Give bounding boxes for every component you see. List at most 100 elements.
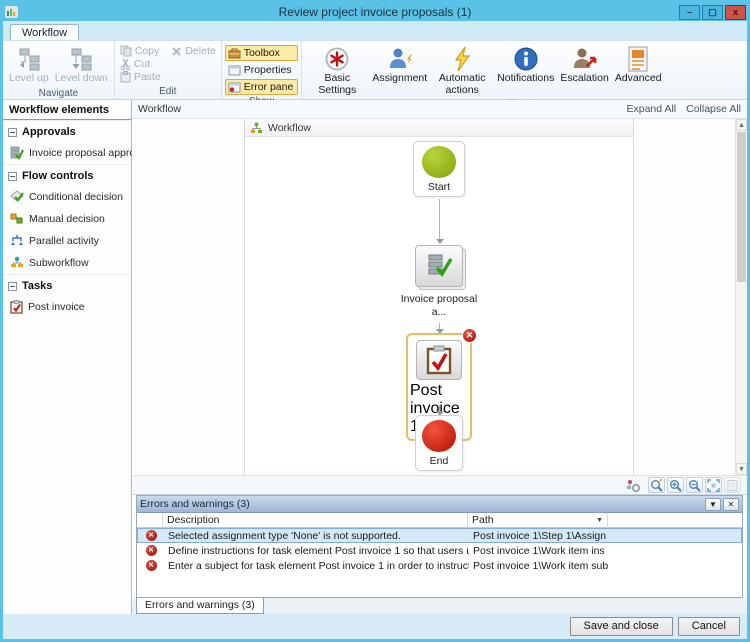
errors-panel-close-button[interactable]: ✕: [723, 498, 739, 511]
zoom-out-icon[interactable]: [686, 477, 703, 493]
level-down-icon: [69, 45, 93, 73]
workflow-canvas[interactable]: Workflow Start Invoice proposal a...: [132, 119, 747, 475]
paste-button[interactable]: Paste: [118, 71, 163, 83]
save-and-close-button[interactable]: Save and close: [570, 617, 673, 636]
section-approvals[interactable]: Approvals: [3, 120, 131, 142]
ribbon: Workflow Level up Level down: [3, 21, 747, 100]
section-tasks[interactable]: Tasks: [3, 274, 131, 296]
level-up-icon: [17, 45, 41, 73]
collapse-all-link[interactable]: Collapse All: [686, 103, 741, 115]
post-invoice-node-plate: [416, 340, 462, 380]
error-icon: ✕: [146, 530, 157, 541]
maximize-button[interactable]: ▢: [702, 5, 723, 20]
level-down-button[interactable]: Level down: [52, 43, 111, 87]
section-flow-controls[interactable]: Flow controls: [3, 164, 131, 186]
scroll-up-arrow-icon[interactable]: ▲: [736, 119, 747, 131]
scroll-down-arrow-icon[interactable]: ▼: [736, 463, 747, 475]
fit-to-window-icon[interactable]: [705, 477, 722, 493]
icon-column-header[interactable]: [137, 513, 163, 528]
tab-workflow[interactable]: Workflow: [10, 24, 79, 40]
ribbon-tab-row: Workflow: [3, 21, 747, 40]
connector-task-to-end: [439, 405, 440, 415]
connector-approval-to-task: [439, 323, 440, 333]
edit-group-label: Edit: [118, 85, 218, 99]
palette-item-manual-decision[interactable]: Manual decision: [3, 208, 131, 230]
expand-all-link[interactable]: Expand All: [627, 103, 677, 115]
automatic-actions-icon: [449, 45, 475, 73]
basic-settings-icon: [324, 45, 350, 73]
subworkflow-icon: [10, 256, 24, 270]
level-down-label: Level down: [55, 73, 108, 85]
collapse-icon[interactable]: [8, 282, 17, 291]
cancel-button[interactable]: Cancel: [678, 617, 740, 636]
properties-toggle-button[interactable]: Properties: [225, 62, 299, 78]
post-invoice-node-icon: [426, 345, 452, 375]
bottom-tab-strip: Errors and warnings (3): [132, 598, 747, 614]
escalation-button[interactable]: Escalation: [557, 43, 611, 87]
basic-settings-button[interactable]: Basic Settings: [305, 43, 369, 98]
notifications-button[interactable]: Notifications: [494, 43, 557, 87]
workflow-container[interactable]: Workflow Start Invoice proposal a...: [244, 119, 634, 475]
errors-panel-menu-button[interactable]: ▼: [705, 498, 721, 511]
scrollbar-thumb[interactable]: [737, 132, 746, 282]
canvas-pane-title: Workflow: [138, 103, 181, 115]
palette-item-invoice-proposal-approval[interactable]: Invoice proposal approval: [3, 142, 131, 164]
description-column-header[interactable]: Description: [163, 513, 468, 528]
ribbon-group-show: Toolbox Properties Error pane Show: [222, 41, 303, 99]
cut-button[interactable]: Cut: [118, 58, 152, 70]
post-invoice-icon: [10, 300, 23, 314]
automatic-actions-button[interactable]: Automatic actions: [430, 43, 494, 98]
empty-column-header: [608, 513, 742, 528]
tab-errors-and-warnings[interactable]: Errors and warnings (3): [136, 598, 264, 614]
collapse-icon[interactable]: [8, 128, 17, 137]
escalation-icon: [572, 45, 598, 73]
copy-button[interactable]: Copy: [118, 45, 162, 57]
footer: Save and close Cancel: [3, 614, 747, 639]
zoom-in-icon[interactable]: [667, 477, 684, 493]
connector-start-to-approval: [439, 199, 440, 243]
interactive-zoom-icon[interactable]: [648, 477, 665, 493]
errors-panel-title: Errors and warnings (3): [140, 498, 703, 510]
end-node[interactable]: End: [415, 415, 463, 471]
assignment-icon: [387, 45, 413, 73]
error-pane-icon: [228, 82, 241, 93]
advanced-button[interactable]: Advanced: [612, 43, 665, 87]
approval-node[interactable]: [415, 245, 463, 287]
canvas-vertical-scrollbar[interactable]: ▲ ▼: [735, 119, 747, 475]
path-column-header[interactable]: Path▼: [468, 513, 608, 528]
error-icon: ✕: [146, 545, 157, 556]
errors-table-header: Description Path▼: [137, 513, 742, 528]
error-row[interactable]: ✕ Define instructions for task element P…: [137, 543, 742, 558]
ribbon-group-modify: Basic Settings Assignment Automatic acti…: [302, 41, 747, 99]
layout-settings-icon[interactable]: [624, 477, 641, 493]
toolbox-toggle-button[interactable]: Toolbox: [225, 45, 299, 61]
error-pane-toggle-button[interactable]: Error pane: [225, 79, 299, 95]
canvas-pane-header: Workflow Expand All Collapse All: [132, 100, 747, 119]
path-filter-icon[interactable]: ▼: [596, 517, 603, 524]
approval-node-label: Invoice proposal a...: [394, 293, 484, 318]
toolbox-icon: [228, 48, 241, 59]
advanced-icon: [626, 45, 650, 73]
delete-icon: [171, 46, 182, 57]
workflow-elements-title: Workflow elements: [3, 100, 131, 120]
collapse-icon[interactable]: [8, 172, 17, 181]
assignment-button[interactable]: Assignment: [369, 43, 430, 87]
palette-item-parallel-activity[interactable]: Parallel activity: [3, 230, 131, 252]
start-node[interactable]: Start: [413, 141, 465, 197]
properties-icon: [228, 65, 241, 76]
minimize-button[interactable]: –: [679, 5, 700, 20]
approval-node-icon: [425, 253, 453, 279]
close-button[interactable]: x: [725, 5, 746, 20]
palette-item-post-invoice[interactable]: Post invoice: [3, 296, 131, 318]
titlebar[interactable]: Review project invoice proposals (1) – ▢…: [3, 3, 747, 21]
error-badge-icon: ✕: [462, 328, 477, 343]
copy-icon: [120, 45, 132, 57]
error-row[interactable]: ✕ Selected assignment type 'None' is not…: [137, 528, 742, 543]
page-view-icon[interactable]: [724, 477, 741, 493]
level-up-button[interactable]: Level up: [6, 43, 52, 87]
palette-item-conditional-decision[interactable]: Conditional decision: [3, 186, 131, 208]
parallel-activity-icon: [10, 234, 24, 248]
error-row[interactable]: ✕ Enter a subject for task element Post …: [137, 558, 742, 573]
delete-button[interactable]: Delete: [169, 45, 217, 57]
palette-item-subworkflow[interactable]: Subworkflow: [3, 252, 131, 274]
